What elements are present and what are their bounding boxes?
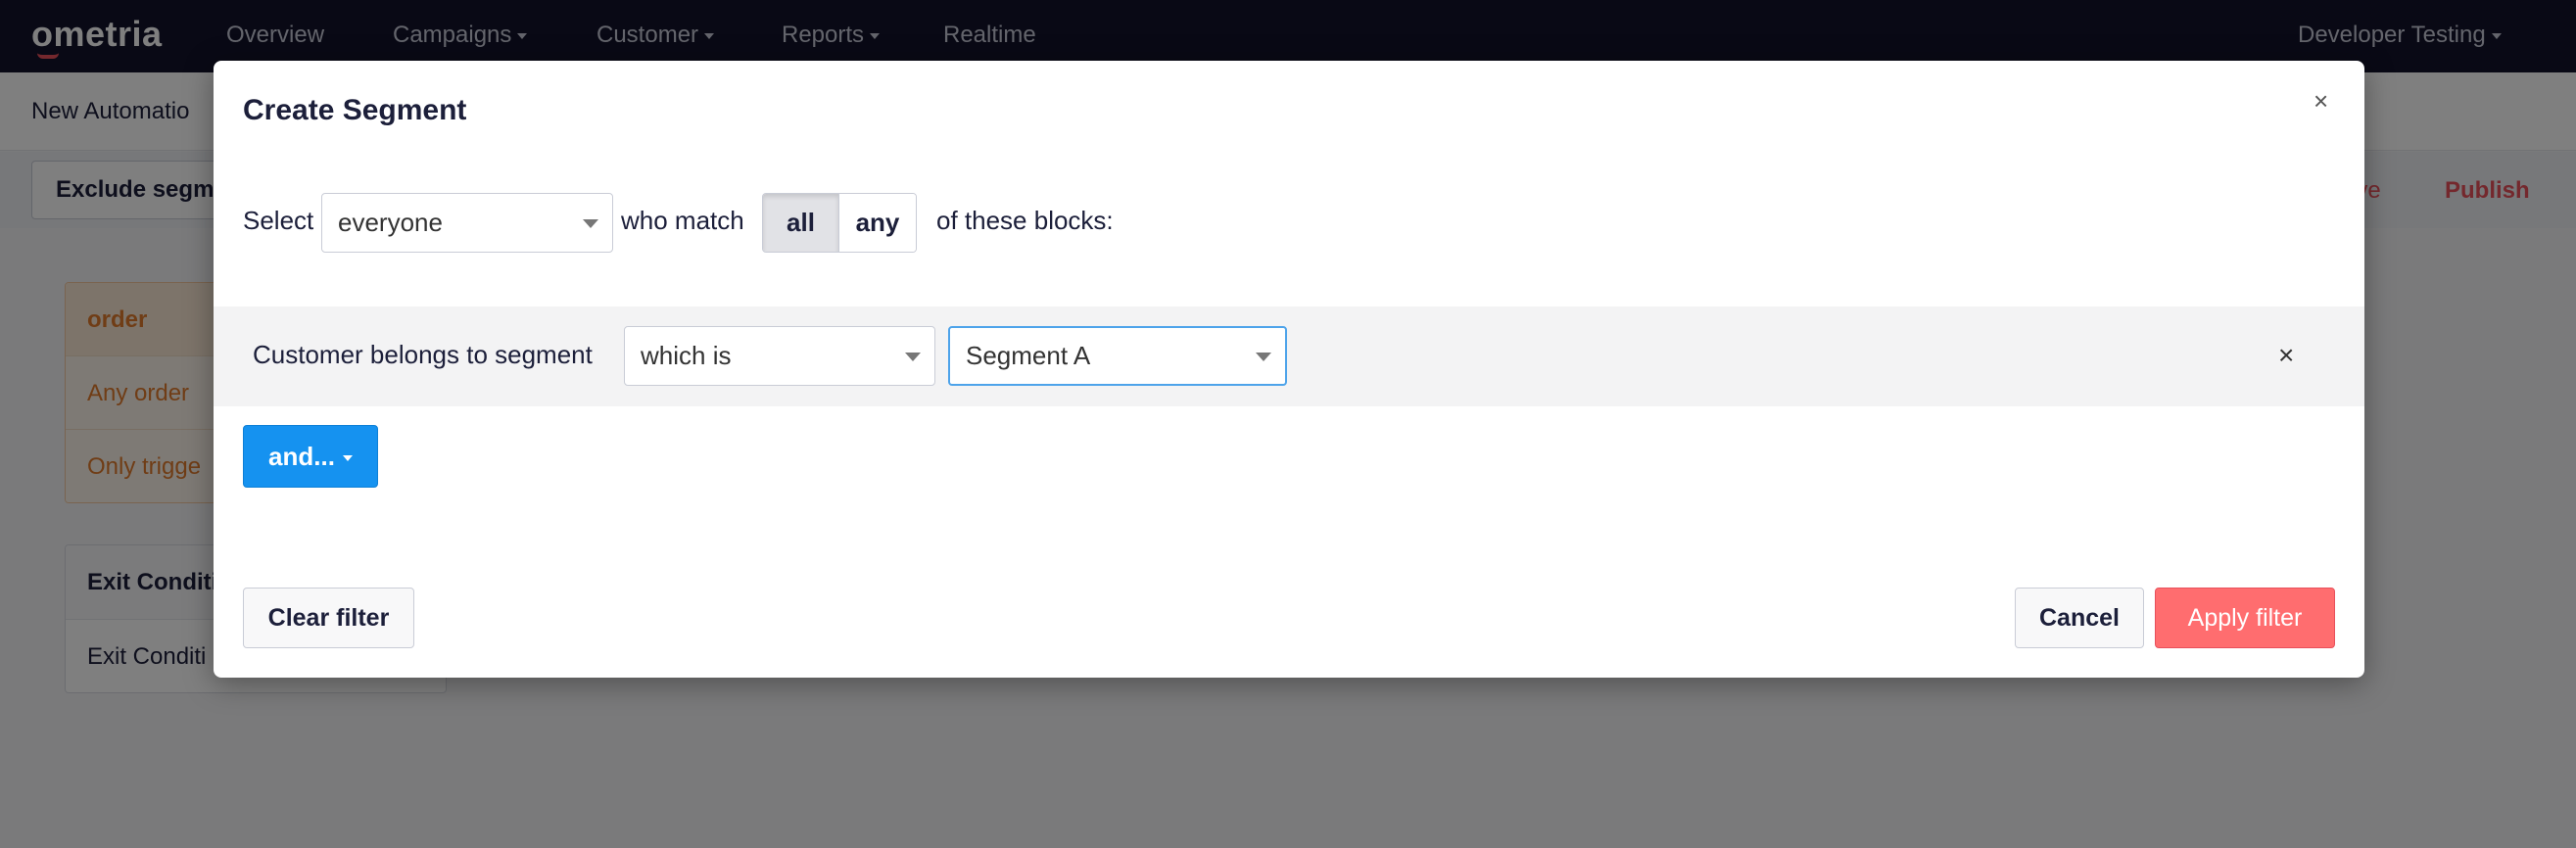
cancel-button[interactable]: Cancel: [2015, 588, 2144, 648]
block-condition-label: Customer belongs to segment: [253, 340, 593, 369]
add-condition-button[interactable]: and...: [243, 425, 378, 488]
create-segment-modal: Create Segment × Select everyone who mat…: [214, 61, 2364, 678]
segment-select[interactable]: Segment A: [948, 326, 1287, 386]
modal-title: Create Segment: [243, 94, 467, 126]
match-any-button[interactable]: any: [839, 194, 916, 252]
close-icon[interactable]: ×: [2314, 88, 2328, 114]
operator-select[interactable]: which is: [624, 326, 935, 386]
filter-block: Customer belongs to segment which is Seg…: [214, 306, 2364, 406]
audience-select-value: everyone: [338, 208, 443, 237]
match-all-button[interactable]: all: [763, 194, 839, 252]
segment-select-value: Segment A: [966, 341, 1091, 370]
clear-filter-button[interactable]: Clear filter: [243, 588, 414, 648]
audience-select[interactable]: everyone: [321, 193, 613, 253]
remove-block-icon[interactable]: ×: [2278, 342, 2294, 369]
select-label: Select: [243, 206, 314, 235]
of-these-blocks-label: of these blocks:: [936, 206, 1114, 235]
and-button-label: and...: [268, 442, 335, 471]
dropdown-arrow-icon: [1256, 352, 1271, 361]
dropdown-arrow-icon: [905, 352, 921, 361]
match-toggle: all any: [762, 193, 917, 253]
chevron-down-icon: [342, 455, 353, 462]
who-match-label: who match: [621, 206, 744, 235]
dropdown-arrow-icon: [583, 218, 598, 228]
apply-filter-button[interactable]: Apply filter: [2155, 588, 2335, 648]
operator-select-value: which is: [641, 341, 732, 370]
